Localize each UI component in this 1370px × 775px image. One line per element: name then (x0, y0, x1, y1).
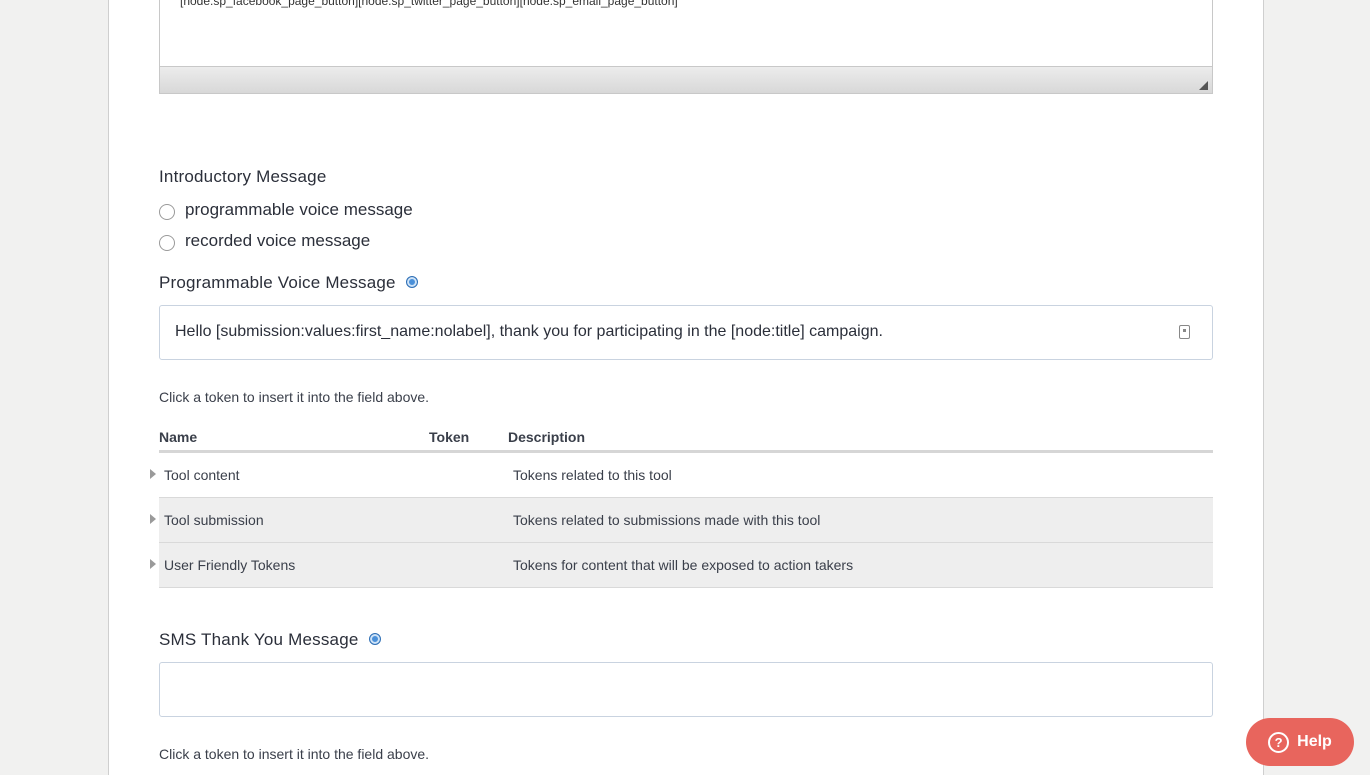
editor-resize-bar[interactable] (160, 66, 1212, 93)
resize-handle-icon[interactable] (1199, 81, 1208, 90)
token-links-editor[interactable]: [node:sp_facebook_page_button][node:sp_t… (159, 0, 1213, 94)
table-row[interactable]: User Friendly Tokens Tokens for content … (150, 543, 1213, 588)
radio-programmable[interactable]: programmable voice message (159, 200, 413, 220)
sms-message-heading: SMS Thank You Message (159, 630, 381, 650)
sms-message-label: SMS Thank You Message (159, 630, 359, 649)
radio-button[interactable] (159, 204, 175, 220)
column-description: Description (508, 429, 586, 445)
token-hint: Click a token to insert it into the fiel… (159, 389, 430, 405)
expand-arrow-icon[interactable] (150, 559, 156, 569)
table-row[interactable]: Tool submission Tokens related to submis… (150, 498, 1213, 543)
token-links-text: [node:sp_facebook_page_button][node:sp_t… (180, 0, 678, 8)
row-name[interactable]: Tool content (164, 467, 240, 483)
voice-message-heading: Programmable Voice Message (159, 273, 418, 293)
row-description: Tokens for content that will be exposed … (513, 557, 854, 573)
voice-message-label: Programmable Voice Message (159, 273, 396, 292)
sms-token-hint: Click a token to insert it into the fiel… (159, 746, 430, 762)
intro-message-label: Introductory Message (159, 167, 327, 186)
table-row[interactable]: Tool content Tokens related to this tool (150, 453, 1213, 498)
token-browser-icon[interactable] (1179, 325, 1190, 339)
radio-recorded[interactable]: recorded voice message (159, 231, 370, 251)
sms-message-input[interactable] (159, 662, 1213, 717)
row-name[interactable]: Tool submission (164, 512, 264, 528)
voice-message-input[interactable]: Hello [submission:values:first_name:nola… (159, 305, 1213, 360)
token-table: Name Token Description Tool content Toke… (150, 426, 1213, 588)
row-name[interactable]: User Friendly Tokens (164, 557, 295, 573)
expand-arrow-icon[interactable] (150, 514, 156, 524)
question-icon: ? (1268, 731, 1290, 753)
info-icon[interactable] (368, 632, 381, 645)
form-panel (108, 0, 1264, 775)
help-label: Help (1297, 733, 1332, 750)
radio-label: programmable voice message (185, 200, 413, 219)
expand-arrow-icon[interactable] (150, 469, 156, 479)
info-icon[interactable] (405, 275, 418, 288)
voice-message-value: Hello [submission:values:first_name:nola… (175, 323, 883, 340)
row-description: Tokens related to submissions made with … (513, 512, 821, 528)
column-name: Name (159, 429, 198, 445)
radio-button[interactable] (159, 235, 175, 251)
row-description: Tokens related to this tool (513, 467, 672, 483)
column-token: Token (429, 429, 470, 445)
radio-label: recorded voice message (185, 231, 371, 250)
token-table-header: Name Token Description (159, 426, 1213, 453)
help-button[interactable]: ? Help (1246, 718, 1354, 766)
